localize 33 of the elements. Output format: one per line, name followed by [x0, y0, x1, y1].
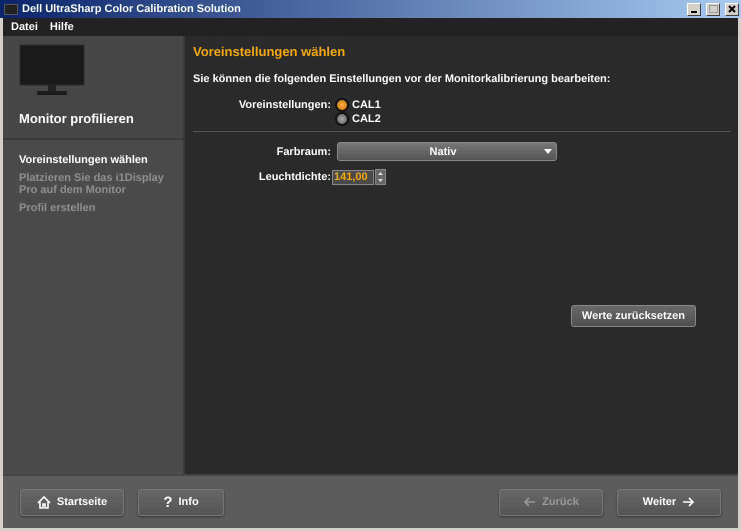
page-title: Voreinstellungen wählen	[193, 44, 346, 59]
help-button[interactable]: ? Info	[138, 488, 224, 516]
question-mark-icon: ?	[163, 494, 172, 510]
menu-item[interactable]: Hilfe	[50, 21, 74, 33]
home-button[interactable]: Startseite	[20, 488, 124, 516]
spin-arrows-icon[interactable]	[375, 169, 386, 185]
color-space-dropdown[interactable]: Nativ	[337, 142, 557, 161]
maximize-button[interactable]	[706, 2, 720, 16]
arrow-right-icon	[682, 497, 696, 507]
home-icon	[36, 496, 51, 508]
preset-radio[interactable]: CAL2	[337, 113, 381, 125]
sidebar-heading: Monitor profilieren	[19, 111, 135, 126]
step-item: Platzieren Sie das i1Display Pro auf dem Monitor	[19, 172, 165, 196]
minimize-button[interactable]	[687, 2, 701, 16]
color-space-label: Farbraum:	[276, 146, 331, 158]
arrow-left-icon	[523, 497, 536, 507]
close-icon	[728, 5, 736, 13]
luminance-label: Leuchtdichte:	[258, 171, 331, 183]
next-button[interactable]: Weiter	[617, 488, 721, 516]
presets-label: Voreinstellungen:	[238, 99, 331, 111]
maximize-icon	[708, 5, 718, 13]
caret-icon	[544, 149, 552, 154]
close-button[interactable]	[725, 2, 739, 16]
step-item: Profil erstellen	[19, 202, 96, 214]
monitor-icon	[19, 44, 85, 96]
window-title: Dell UltraSharp Color Calibration Solution	[22, 3, 242, 15]
intro-text: Sie können die folgenden Einstellungen vor der Monitorkalibrierung bearbeiten:	[193, 73, 612, 85]
luminance-field[interactable]: 141,00	[332, 170, 374, 184]
reset-button[interactable]: Werte zurücksetzen	[570, 305, 696, 327]
menu-item[interactable]: Datei	[11, 21, 38, 33]
app-icon	[4, 4, 18, 14]
step-item: Voreinstellungen wählen	[19, 154, 149, 166]
preset-radio[interactable]: CAL1	[337, 99, 381, 111]
